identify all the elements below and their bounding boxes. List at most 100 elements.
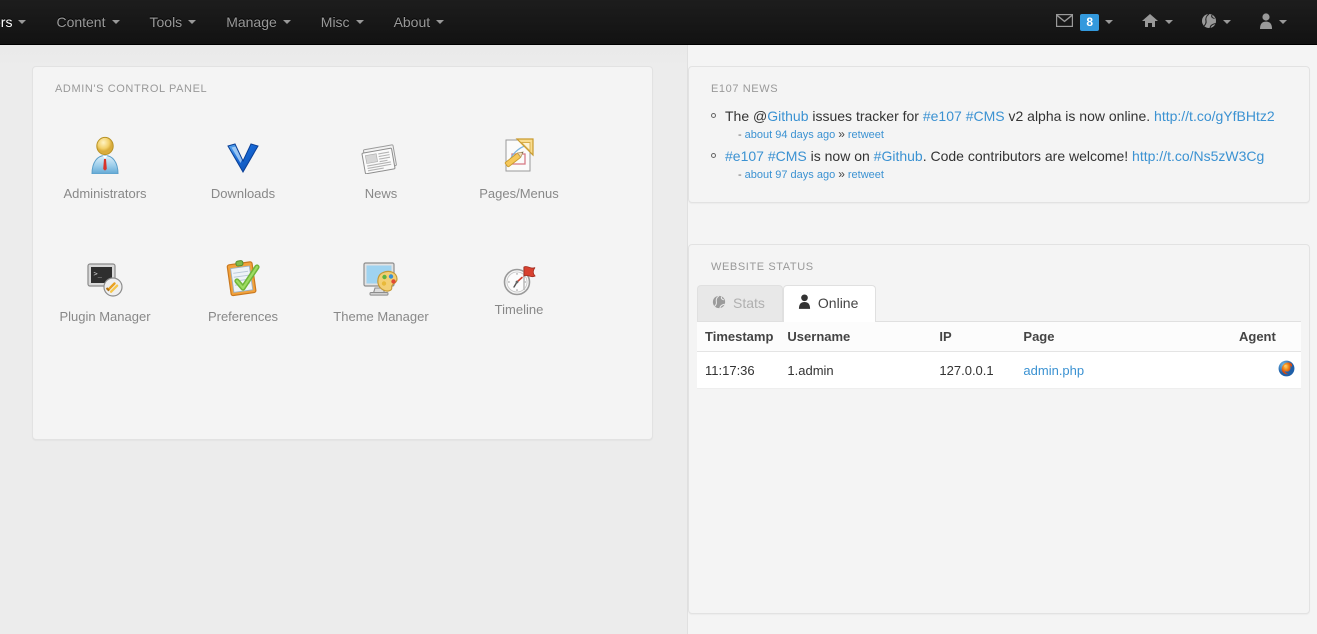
cpanel-item-news[interactable]: News [315, 134, 447, 201]
news-link-cms-tag[interactable]: #CMS [768, 148, 807, 164]
cpanel-item-label: Administrators [63, 186, 147, 201]
nav-user-menu[interactable] [1245, 0, 1301, 44]
news-text-fragment: v2 alpha is now online. [1004, 108, 1155, 124]
chevron-down-icon [1223, 20, 1231, 24]
cpanel-item-label: Timeline [494, 302, 544, 317]
table-body: 11:17:36 1.admin 127.0.0.1 admin.php [697, 351, 1301, 389]
left-column: ADMIN'S CONTROL PANEL Administrators Dow… [0, 45, 687, 634]
nav-site-menu[interactable] [1187, 0, 1245, 44]
online-users-table: Timestamp Username IP Page Agent 11:17:3… [697, 322, 1301, 389]
news-link-cms-tag[interactable]: #CMS [966, 108, 1005, 124]
table-row: 11:17:36 1.admin 127.0.0.1 admin.php [697, 351, 1301, 389]
news-item-text: #e107 #CMS is now on #Github. Code contr… [725, 146, 1309, 166]
cpanel-item-label: Pages/Menus [479, 186, 559, 201]
cpanel-item-theme-manager[interactable]: Theme Manager [315, 257, 447, 324]
cpanel-item-timeline[interactable]: Timeline [453, 257, 585, 324]
chevron-down-icon [1105, 20, 1113, 24]
chevron-down-icon [282, 20, 291, 24]
column-header-page: Page [1015, 322, 1231, 352]
page-content: ADMIN'S CONTROL PANEL Administrators Dow… [0, 45, 1317, 634]
cpanel-item-label: Theme Manager [333, 309, 429, 324]
website-status-panel: WEBSITE STATUS Stats Online Timestamp Us… [688, 244, 1310, 614]
tab-online[interactable]: Online [782, 285, 877, 322]
right-column: E107 NEWS The @Github issues tracker for… [687, 45, 1317, 634]
tab-stats-label: Stats [733, 295, 765, 311]
cpanel-item-downloads[interactable]: Downloads [177, 134, 309, 201]
chevron-double-right-icon: » [838, 167, 845, 181]
cpanel-item-administrators[interactable]: Administrators [39, 134, 171, 201]
page-link[interactable]: admin.php [1023, 363, 1084, 378]
online-tab-panel: Timestamp Username IP Page Agent 11:17:3… [697, 321, 1301, 389]
nav-menu-content-label: Content [56, 14, 106, 30]
monitor-palette-icon [362, 257, 400, 297]
news-retweet-link[interactable]: retweet [848, 129, 884, 141]
news-link-github[interactable]: Github [767, 108, 808, 124]
firefox-icon [1278, 360, 1295, 380]
news-link-e107-tag[interactable]: #e107 [725, 148, 764, 164]
navbar-menu-group: ers Content Tools Manage Misc About [0, 0, 459, 44]
column-header-timestamp: Timestamp [697, 322, 780, 352]
cpanel-item-pages-menus[interactable]: Pages/Menus [453, 134, 585, 201]
chevron-down-icon [111, 20, 120, 24]
nav-menu-users[interactable]: ers [0, 0, 41, 44]
cell-username: 1.admin [779, 351, 932, 389]
website-status-title: WEBSITE STATUS [711, 261, 814, 273]
navbar-icon-group: 8 [1042, 0, 1317, 44]
top-navbar: ers Content Tools Manage Misc About [0, 0, 1317, 45]
download-chevron-icon [226, 134, 260, 174]
nav-home-menu[interactable] [1127, 0, 1187, 44]
envelope-icon [1056, 13, 1074, 30]
chevron-down-icon [355, 20, 364, 24]
news-link-url[interactable]: http://t.co/Ns5zW3Cg [1132, 148, 1264, 164]
news-item: The @Github issues tracker for #e107 #CM… [711, 106, 1309, 143]
news-item-text: The @Github issues tracker for #e107 #CM… [725, 106, 1309, 126]
chevron-down-icon [436, 20, 445, 24]
news-text-fragment: . Code contributors are welcome! [922, 148, 1133, 164]
status-tabs: Stats Online [689, 279, 1309, 322]
nav-menu-tools-label: Tools [149, 14, 183, 30]
chevron-down-icon [18, 20, 27, 24]
nav-menu-content[interactable]: Content [41, 0, 134, 44]
column-header-ip: IP [931, 322, 1016, 352]
globe-icon [1201, 13, 1217, 32]
cpanel-item-label: Plugin Manager [59, 309, 151, 324]
news-item-meta: - about 94 days ago» retweet [725, 127, 1309, 143]
console-plug-icon: >_ [86, 257, 124, 297]
control-panel-icon-grid: Administrators Downloads News Pages/Menu… [33, 101, 652, 324]
news-timestamp-link[interactable]: about 97 days ago [745, 169, 836, 181]
news-text-fragment: issues tracker for [808, 108, 923, 124]
dash-separator: - [738, 129, 742, 141]
cpanel-item-preferences[interactable]: Preferences [177, 257, 309, 324]
svg-text:>_: >_ [94, 270, 103, 278]
cpanel-item-plugin-manager[interactable]: >_ Plugin Manager [39, 257, 171, 324]
e107-news-panel: E107 NEWS The @Github issues tracker for… [688, 66, 1310, 203]
news-text-fragment: The @ [725, 108, 768, 124]
column-header-agent: Agent [1231, 322, 1301, 352]
nav-menu-tools[interactable]: Tools [135, 0, 212, 44]
news-link-e107-tag[interactable]: #e107 [923, 108, 962, 124]
nav-messages-menu[interactable]: 8 [1042, 0, 1127, 44]
tab-stats[interactable]: Stats [697, 285, 783, 321]
chevron-down-icon [1279, 20, 1287, 24]
nav-menu-about-label: About [393, 14, 431, 30]
nav-menu-misc[interactable]: Misc [306, 0, 379, 44]
admin-control-panel: ADMIN'S CONTROL PANEL Administrators Dow… [32, 66, 653, 440]
cell-agent [1231, 351, 1301, 389]
cpanel-item-label: Preferences [207, 309, 279, 324]
news-link-github-tag[interactable]: #Github [874, 148, 923, 164]
nav-menu-manage[interactable]: Manage [211, 0, 306, 44]
nav-menu-about[interactable]: About [379, 0, 460, 44]
cell-timestamp: 11:17:36 [697, 351, 780, 389]
news-retweet-link[interactable]: retweet [848, 169, 884, 181]
user-icon [798, 294, 811, 313]
news-link-url[interactable]: http://t.co/gYfBHtz2 [1154, 108, 1275, 124]
news-timestamp-link[interactable]: about 94 days ago [745, 129, 836, 141]
cpanel-item-label: Downloads [210, 186, 276, 201]
home-icon [1141, 13, 1159, 31]
dash-separator: - [738, 169, 742, 181]
news-list: The @Github issues tracker for #e107 #CM… [689, 101, 1309, 183]
table-header: Timestamp Username IP Page Agent [697, 322, 1301, 352]
e107-news-title: E107 NEWS [711, 83, 779, 95]
user-icon [1259, 12, 1273, 32]
globe-icon [712, 294, 726, 313]
